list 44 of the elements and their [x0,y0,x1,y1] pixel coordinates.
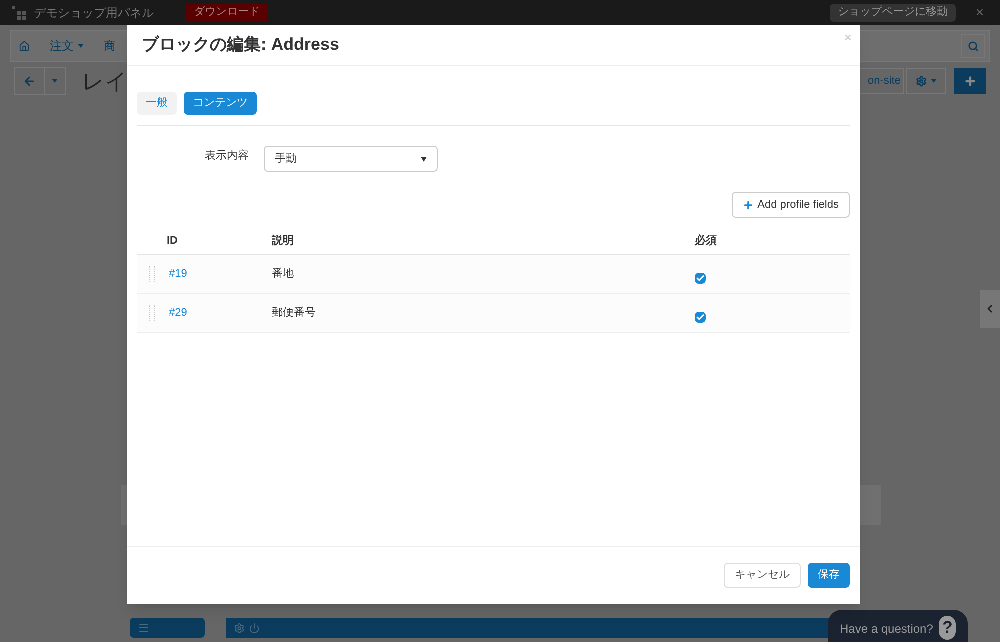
shop-page-button[interactable]: ショップページに移動 [830,4,956,22]
plus-icon [742,200,754,210]
help-widget[interactable]: Have a question? ? [828,610,968,642]
search-button[interactable] [961,34,985,58]
panel-title: デモショップ用パネル [34,4,154,22]
home-icon[interactable] [19,40,30,52]
column-header: 必須 [695,234,717,249]
id-link[interactable]: #29 [169,306,188,319]
logo-icon [12,6,26,20]
field-label: 表示内容 [204,148,250,164]
nav-menu-item[interactable]: 商 [104,37,116,55]
save-button[interactable]: 保存 [808,563,850,588]
table-cell-text: 郵便番号 [272,306,317,321]
help-icon: ? [939,616,956,640]
close-button[interactable]: × [976,2,984,23]
gear-icon [916,76,926,86]
search-icon [968,40,978,52]
column-header: ID [166,234,179,249]
caret-icon [421,156,427,162]
tab[interactable]: 一般 [137,92,177,115]
settings-button[interactable] [906,68,946,94]
column-header: 説明 [272,234,295,249]
side-panel-tab[interactable] [980,290,1000,328]
checkbox[interactable] [695,312,706,322]
plus-icon [964,74,976,88]
modal-title: ブロックの編集: Address [142,34,340,56]
id-link[interactable]: #19 [169,268,188,280]
settings-icon[interactable] [234,622,245,634]
help-label: Have a question? [840,621,934,638]
table-cell-text: 番地 [272,266,295,282]
checkbox[interactable] [695,272,706,284]
add-button[interactable] [954,68,986,94]
power-icon[interactable] [249,622,260,634]
drag-handle-icon[interactable] [149,266,155,282]
download-button[interactable]: ダウンロード [186,4,268,22]
cancel-button[interactable]: キャンセル [724,563,801,588]
add-profile-fields-button[interactable]: Add profile fields [732,192,850,218]
display-select[interactable]: 手動 [264,146,438,172]
menu-icon[interactable] [138,622,150,634]
drag-handle-icon[interactable] [149,305,155,321]
tab[interactable]: コンテンツ [184,92,257,115]
page-title: レイ [82,68,128,96]
arrow-left-icon [23,74,36,88]
nav-menu-item[interactable]: 注文 [50,37,84,55]
